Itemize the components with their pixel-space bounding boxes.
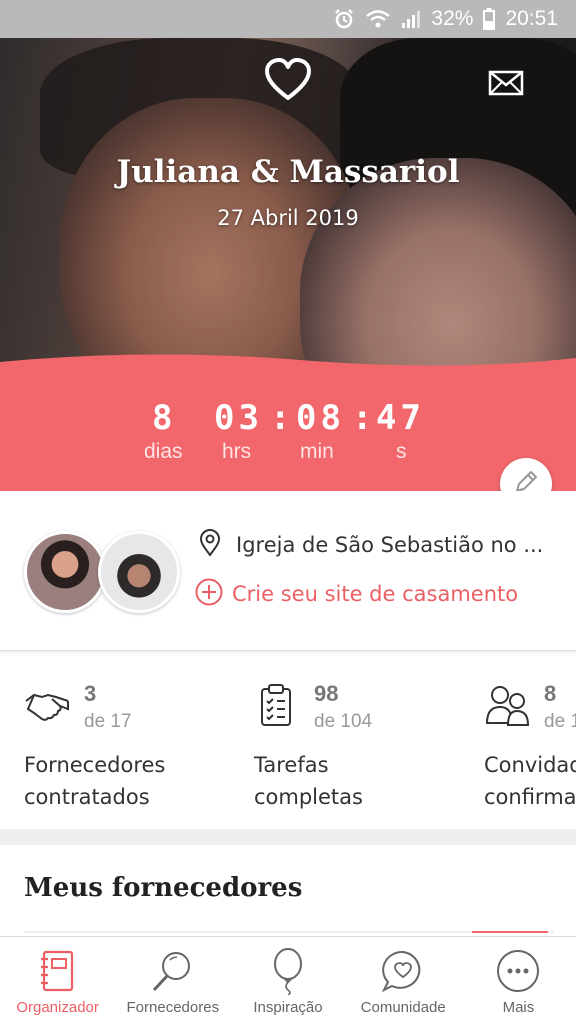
avatar-bride[interactable] xyxy=(24,531,106,613)
profile-card: Igreja de São Sebastião no ... Crie seu … xyxy=(0,491,576,651)
status-bar: 32% 20:51 xyxy=(0,0,576,38)
countdown-separator: : xyxy=(270,398,295,438)
nav-label: Fornecedores xyxy=(126,999,220,1016)
more-icon xyxy=(494,947,542,995)
avatar-groom[interactable] xyxy=(98,531,180,613)
stat-tasks[interactable]: 98 de 104 Tarefas completas xyxy=(254,653,484,829)
create-site-link[interactable]: Crie seu site de casamento xyxy=(194,577,518,611)
magnifier-icon xyxy=(149,947,197,995)
venue-name: Igreja de São Sebastião no ... xyxy=(236,533,544,557)
countdown-band: 8 03 : 08 : 47 dias hrs min s xyxy=(0,378,576,491)
nav-label: Mais xyxy=(502,999,535,1016)
section-gap xyxy=(0,829,576,845)
stat-label: Tarefas completas xyxy=(254,753,363,809)
countdown-seconds: 47 xyxy=(376,398,425,438)
venue-row[interactable]: Igreja de São Sebastião no ... xyxy=(198,529,543,561)
nav-fornecedores[interactable]: Fornecedores xyxy=(115,937,230,1024)
countdown-days: 8 xyxy=(152,398,177,438)
vendors-section: Meus fornecedores xyxy=(0,845,576,937)
handshake-icon xyxy=(24,681,72,729)
battery-icon xyxy=(483,8,496,30)
countdown-minutes: 08 xyxy=(296,398,345,438)
nav-label: Organizador xyxy=(16,999,99,1016)
stats-row: 3 de 17 Fornecedores contratados 98 de 1… xyxy=(0,653,576,829)
nav-mais[interactable]: Mais xyxy=(461,937,576,1024)
countdown-hours: 03 xyxy=(214,398,263,438)
chat-heart-icon xyxy=(379,947,427,995)
stat-vendors[interactable]: 3 de 17 Fornecedores contratados xyxy=(24,653,254,829)
alarm-icon xyxy=(333,8,355,30)
battery-percent: 32% xyxy=(431,7,474,30)
plus-circle-icon xyxy=(194,577,224,611)
nav-comunidade[interactable]: Comunidade xyxy=(346,937,461,1024)
stat-count: 98 xyxy=(314,681,339,706)
heart-icon[interactable] xyxy=(264,58,312,102)
stat-label: Convidad confirma xyxy=(484,753,576,809)
countdown-hours-label: hrs xyxy=(222,440,252,463)
notebook-icon xyxy=(34,947,82,995)
countdown-days-label: dias xyxy=(144,440,183,463)
wave-divider xyxy=(0,354,576,380)
stat-total: de 104 xyxy=(314,711,373,732)
stat-label: Fornecedores contratados xyxy=(24,753,166,809)
countdown-minutes-label: min xyxy=(300,440,334,463)
nav-organizador[interactable]: Organizador xyxy=(0,937,115,1024)
wedding-date: 27 Abril 2019 xyxy=(217,206,359,230)
countdown-seconds-label: s xyxy=(396,440,407,463)
wifi-icon xyxy=(365,8,391,30)
bottom-nav: Organizador Fornecedores Inspiração Comu… xyxy=(0,936,576,1024)
balloon-icon xyxy=(264,947,312,995)
stat-count: 8 xyxy=(544,681,557,706)
signal-icon xyxy=(401,9,421,29)
guests-icon xyxy=(484,681,532,729)
section-title: Meus fornecedores xyxy=(24,873,303,903)
location-pin-icon xyxy=(198,529,222,561)
envelope-icon[interactable] xyxy=(488,68,524,98)
section-accent xyxy=(472,931,548,933)
couple-name: Juliana & Massariol xyxy=(116,154,460,190)
nav-inspiracao[interactable]: Inspiração xyxy=(230,937,345,1024)
nav-label: Comunidade xyxy=(360,999,446,1016)
nav-label: Inspiração xyxy=(253,999,323,1016)
stat-guests[interactable]: 8 de 1 Convidad confirma xyxy=(484,653,576,829)
clock: 20:51 xyxy=(505,7,558,30)
stat-total: de 1 xyxy=(544,711,576,732)
countdown-separator: : xyxy=(352,398,377,438)
stat-count: 3 xyxy=(84,681,97,706)
stat-total: de 17 xyxy=(84,711,132,732)
create-site-label: Crie seu site de casamento xyxy=(232,582,519,606)
clipboard-icon xyxy=(254,681,302,729)
